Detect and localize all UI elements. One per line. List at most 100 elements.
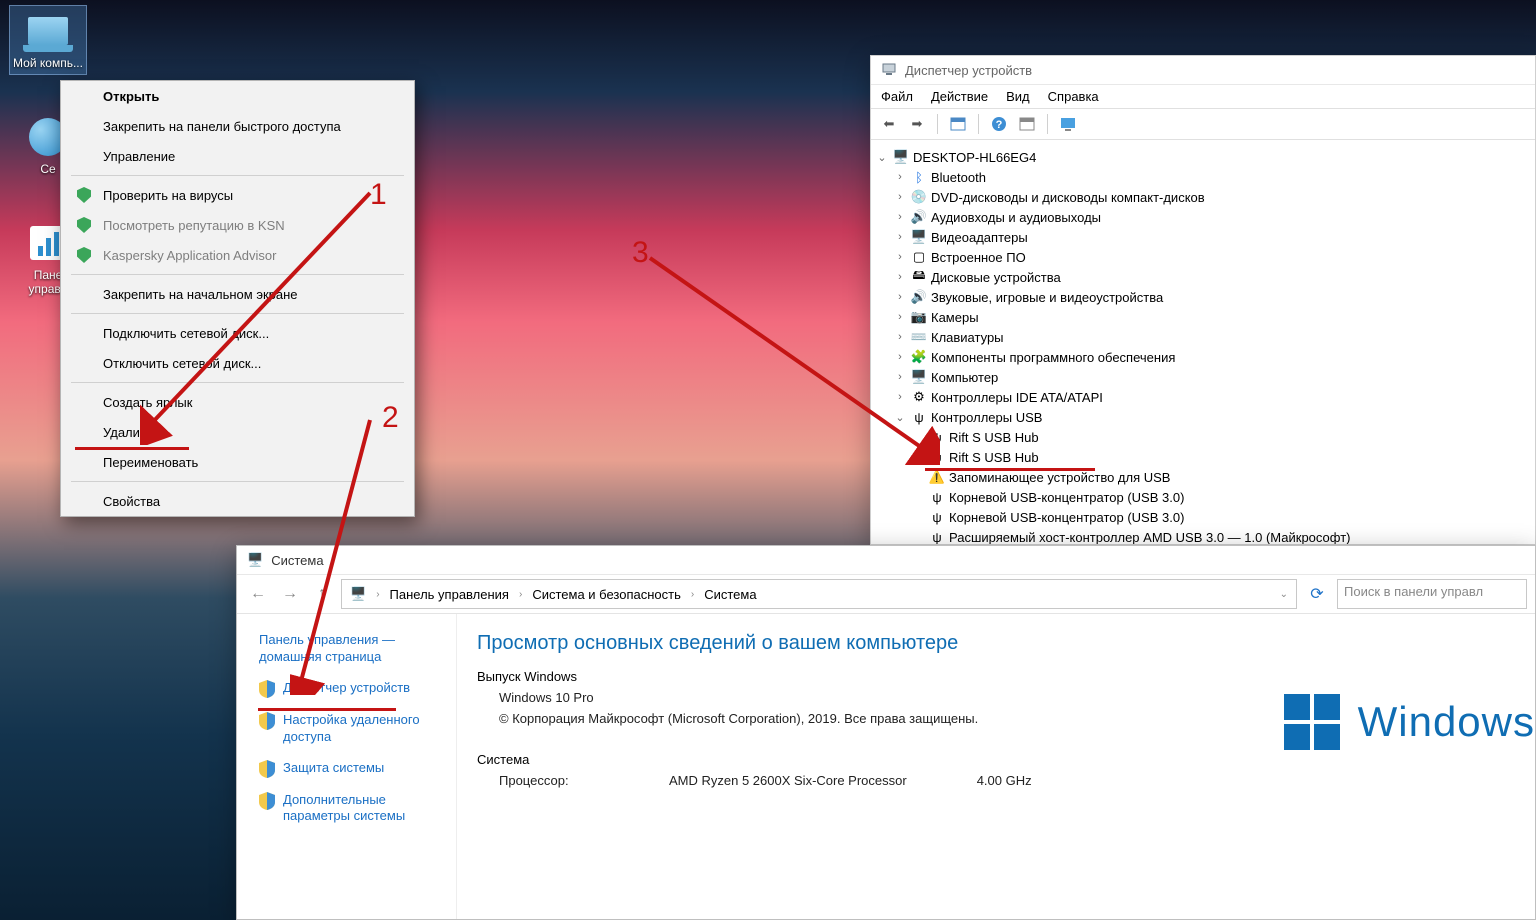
sidebar-protect[interactable]: Защита системы (259, 760, 438, 778)
tree-label: Камеры (931, 310, 979, 325)
tree-cat-disk[interactable]: ›🖴Дисковые устройства (875, 267, 1531, 287)
tree-cat-usb[interactable]: ⌄ψКонтроллеры USB (875, 407, 1531, 427)
chevron-right-icon: › (519, 589, 522, 600)
tree-item-rift1[interactable]: ψRift S USB Hub (875, 427, 1531, 447)
usb-device-icon: ψ (929, 449, 945, 465)
section-system: Система (477, 752, 1535, 767)
computer-icon: 🖥️ (911, 369, 927, 385)
tree-cat-bluetooth[interactable]: ›ᛒBluetooth (875, 167, 1531, 187)
ctx-map-drive[interactable]: Подключить сетевой диск... (61, 318, 414, 348)
tree-label: Запоминающее устройство для USB (949, 470, 1170, 485)
ctx-scan[interactable]: Проверить на вирусы (61, 180, 414, 210)
sidebar-device-manager[interactable]: Диспетчер устройств (259, 680, 438, 698)
window-titlebar[interactable]: 🖥️ Система (237, 546, 1535, 575)
ctx-label: Посмотреть репутацию в KSN (103, 218, 285, 233)
tree-cat-ide[interactable]: ›⚙Контроллеры IDE ATA/ATAPI (875, 387, 1531, 407)
sidebar-advanced[interactable]: Дополнительные параметры системы (259, 792, 438, 826)
windows-brand: Windows (1358, 698, 1535, 746)
tree-cat-audio-io[interactable]: ›🔊Аудиовходы и аудиовыходы (875, 207, 1531, 227)
desktop-icon-my-computer[interactable]: Мой компь... (10, 6, 86, 74)
ctx-ksn[interactable]: Посмотреть репутацию в KSN (61, 210, 414, 240)
toolbar-btn-monitor[interactable] (1056, 113, 1080, 135)
nav-bar: ← → ↑ 🖥️ › Панель управления › Система и… (237, 575, 1535, 614)
section-edition: Выпуск Windows (477, 669, 1535, 684)
forward-button[interactable]: ➡ (905, 113, 929, 135)
tree-item-amd[interactable]: ψРасширяемый хост-контроллер AMD USB 3.0… (875, 527, 1531, 544)
tree-cat-sound[interactable]: ›🔊Звуковые, игровые и видеоустройства (875, 287, 1531, 307)
ctx-manage[interactable]: Управление (61, 141, 414, 171)
tree-cat-video[interactable]: ›🖥️Видеоадаптеры (875, 227, 1531, 247)
window-titlebar[interactable]: Диспетчер устройств (871, 56, 1535, 85)
ctx-label: Свойства (103, 494, 160, 509)
ctx-advisor[interactable]: Kaspersky Application Advisor (61, 240, 414, 270)
window-title: Система (271, 553, 323, 568)
crumb-sec[interactable]: Система и безопасность (532, 587, 681, 602)
tree-cat-softcomp[interactable]: ›🧩Компоненты программного обеспечения (875, 347, 1531, 367)
refresh-button[interactable]: ⟳ (1303, 580, 1331, 608)
tree-cat-firmware[interactable]: ›▢Встроенное ПО (875, 247, 1531, 267)
menubar: Файл Действие Вид Справка (871, 85, 1535, 109)
crumb-cp[interactable]: Панель управления (390, 587, 509, 602)
device-tree[interactable]: ⌄🖥️DESKTOP-HL66EG4 ›ᛒBluetooth ›💿DVD-дис… (871, 140, 1535, 544)
menu-help[interactable]: Справка (1048, 89, 1099, 104)
breadcrumb[interactable]: 🖥️ › Панель управления › Система и безоп… (341, 579, 1297, 609)
tree-item-root2[interactable]: ψКорневой USB-концентратор (USB 3.0) (875, 507, 1531, 527)
edition-value: Windows 10 Pro (499, 690, 594, 705)
ctx-pin-quick[interactable]: Закрепить на панели быстрого доступа (61, 111, 414, 141)
ctx-unmap-drive[interactable]: Отключить сетевой диск... (61, 348, 414, 378)
chevron-down-icon[interactable]: ⌄ (1280, 589, 1288, 600)
crumb-sys[interactable]: Система (704, 587, 756, 602)
main-content: Просмотр основных сведений о вашем компь… (457, 614, 1535, 919)
shield-icon (259, 792, 275, 810)
tree-label: Контроллеры IDE ATA/ATAPI (931, 390, 1103, 405)
sidebar-label: Диспетчер устройств (283, 680, 410, 697)
up-button[interactable]: ↑ (309, 581, 335, 607)
menu-file[interactable]: Файл (881, 89, 913, 104)
tree-root[interactable]: ⌄🖥️DESKTOP-HL66EG4 (875, 147, 1531, 167)
ctx-label: Управление (103, 149, 175, 164)
page-heading: Просмотр основных сведений о вашем компь… (477, 632, 1535, 655)
speaker-icon: 🔊 (911, 289, 927, 305)
ctx-properties[interactable]: Свойства (61, 486, 414, 516)
ctx-rename[interactable]: Переименовать (61, 447, 414, 477)
tree-cat-camera[interactable]: ›📷Камеры (875, 307, 1531, 327)
menu-action[interactable]: Действие (931, 89, 988, 104)
tree-item-rift2[interactable]: ψRift S USB Hub (875, 447, 1531, 467)
ctx-label: Закрепить на панели быстрого доступа (103, 119, 341, 134)
toolbar-btn-help[interactable]: ? (987, 113, 1011, 135)
forward-button[interactable]: → (277, 581, 303, 607)
tree-label: Звуковые, игровые и видеоустройства (931, 290, 1163, 305)
ctx-open[interactable]: Открыть (61, 81, 414, 111)
back-button[interactable]: ← (245, 581, 271, 607)
back-button[interactable]: ⬅ (877, 113, 901, 135)
audio-icon: 🔊 (911, 209, 927, 225)
sidebar-remote[interactable]: Настройка удаленного доступа (259, 712, 438, 746)
cpu-label: Процессор: (499, 773, 649, 788)
search-placeholder: Поиск в панели управл (1344, 584, 1483, 599)
ctx-label: Kaspersky Application Advisor (103, 248, 276, 263)
annotation-underline (925, 468, 1095, 471)
device-manager-icon (881, 62, 897, 78)
cpu-freq: 4.00 GHz (977, 773, 1032, 788)
tree-item-root1[interactable]: ψКорневой USB-концентратор (USB 3.0) (875, 487, 1531, 507)
search-input[interactable]: Поиск в панели управл (1337, 579, 1527, 609)
controller-icon: ⚙ (911, 389, 927, 405)
annotation-underline (75, 447, 189, 450)
tree-cat-computer[interactable]: ›🖥️Компьютер (875, 367, 1531, 387)
annotation-underline (258, 708, 396, 711)
ctx-shortcut[interactable]: Создать ярлык (61, 387, 414, 417)
ctx-pin-start[interactable]: Закрепить на начальном экране (61, 279, 414, 309)
tree-label: Компьютер (931, 370, 998, 385)
menu-view[interactable]: Вид (1006, 89, 1030, 104)
shield-icon (259, 680, 275, 698)
tree-cat-dvd[interactable]: ›💿DVD-дисководы и дисководы компакт-диск… (875, 187, 1531, 207)
toolbar-btn-panes[interactable] (946, 113, 970, 135)
disc-icon: 💿 (911, 189, 927, 205)
sidebar-label: Защита системы (283, 760, 384, 777)
sidebar-home-link[interactable]: Панель управления — домашняя страница (259, 632, 438, 666)
ctx-delete[interactable]: Удалить (61, 417, 414, 447)
svg-text:?: ? (996, 119, 1003, 131)
toolbar-btn-scan[interactable] (1015, 113, 1039, 135)
tree-cat-keyboard[interactable]: ›⌨️Клавиатуры (875, 327, 1531, 347)
ctx-label: Удалить (103, 425, 153, 440)
